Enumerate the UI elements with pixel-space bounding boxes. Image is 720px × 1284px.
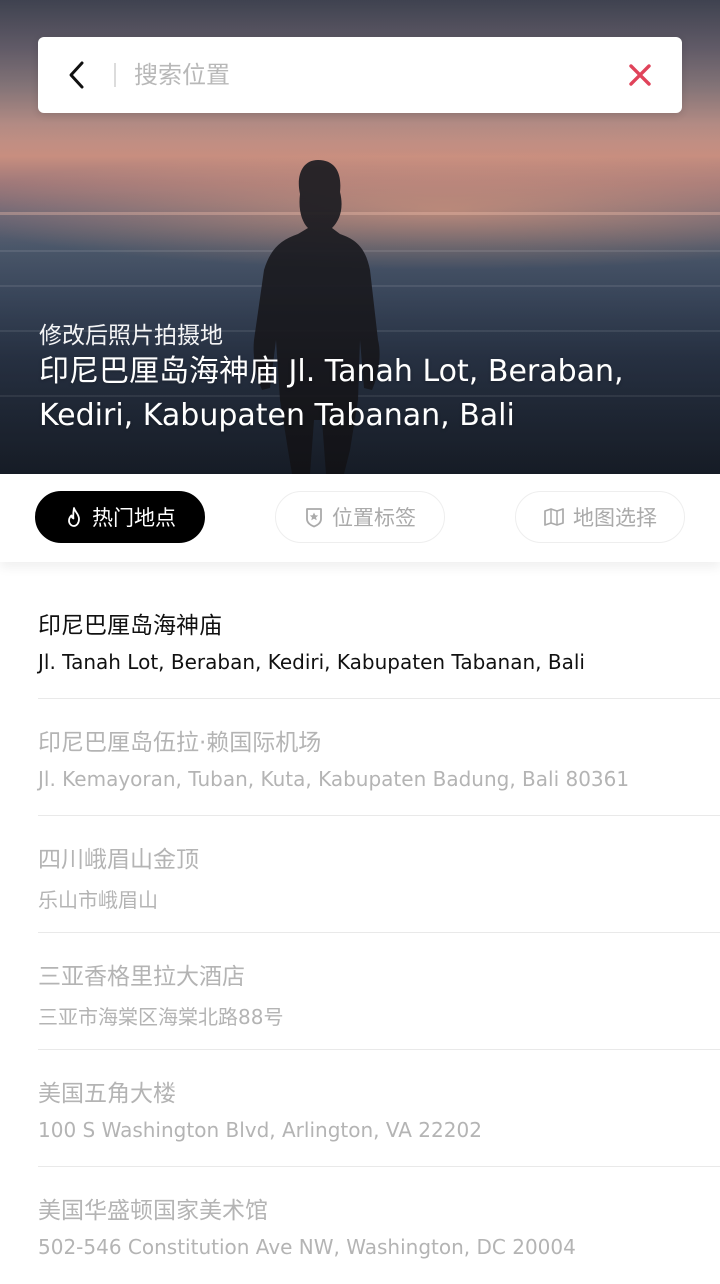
search-bar	[38, 37, 682, 113]
location-address: 100 S Washington Blvd, Arlington, VA 222…	[38, 1118, 482, 1142]
hero-photo: 修改后照片拍摄地 印尼巴厘岛海神庙 Jl. Tanah Lot, Beraban…	[0, 0, 720, 474]
close-icon	[629, 64, 651, 86]
clear-button[interactable]	[620, 55, 660, 95]
list-item[interactable]: 四川峨眉山金顶 乐山市峨眉山	[38, 816, 720, 933]
tab-label: 位置标签	[332, 506, 416, 530]
location-name: 印尼巴厘岛海神庙	[38, 613, 222, 639]
photo-location-label: 修改后照片拍摄地	[39, 323, 223, 349]
search-input[interactable]	[134, 55, 604, 95]
list-item[interactable]: 美国华盛顿国家美术馆 502-546 Constitution Ave NW, …	[38, 1167, 720, 1284]
tab-label: 热门地点	[92, 506, 176, 530]
list-item[interactable]: 印尼巴厘岛海神庙 Jl. Tanah Lot, Beraban, Kediri,…	[38, 562, 720, 699]
location-name: 三亚香格里拉大酒店	[38, 964, 245, 990]
location-list: 印尼巴厘岛海神庙 Jl. Tanah Lot, Beraban, Kediri,…	[0, 562, 720, 1284]
list-item[interactable]: 美国五角大楼 100 S Washington Blvd, Arlington,…	[38, 1050, 720, 1167]
list-item[interactable]: 三亚香格里拉大酒店 三亚市海棠区海棠北路88号	[38, 933, 720, 1050]
chevron-left-icon	[69, 61, 84, 89]
location-address: 乐山市峨眉山	[38, 888, 158, 912]
flame-icon	[64, 506, 84, 528]
tab-location-tags[interactable]: 位置标签	[275, 491, 445, 543]
photo-location-title: 印尼巴厘岛海神庙 Jl. Tanah Lot, Beraban, Kediri,…	[39, 354, 624, 433]
location-address: Jl. Kemayoran, Tuban, Kuta, Kabupaten Ba…	[38, 767, 630, 791]
location-name: 美国华盛顿国家美术馆	[38, 1198, 268, 1224]
map-icon	[543, 506, 565, 528]
badge-star-icon	[304, 506, 324, 528]
tab-popular-places[interactable]: 热门地点	[35, 491, 205, 543]
location-name: 四川峨眉山金顶	[38, 847, 199, 873]
list-item[interactable]: 印尼巴厘岛伍拉·赖国际机场 Jl. Kemayoran, Tuban, Kuta…	[38, 699, 720, 816]
location-address: 502-546 Constitution Ave NW, Washington,…	[38, 1235, 576, 1259]
location-tabs: 热门地点 位置标签 地图选择	[0, 474, 720, 562]
tab-map-select[interactable]: 地图选择	[515, 491, 685, 543]
location-name: 印尼巴厘岛伍拉·赖国际机场	[38, 730, 322, 756]
location-address: 三亚市海棠区海棠北路88号	[38, 1005, 284, 1029]
location-address: Jl. Tanah Lot, Beraban, Kediri, Kabupate…	[38, 650, 585, 674]
location-name: 美国五角大楼	[38, 1081, 176, 1107]
back-button[interactable]	[56, 49, 98, 101]
tab-label: 地图选择	[573, 506, 657, 530]
search-divider	[114, 63, 116, 87]
